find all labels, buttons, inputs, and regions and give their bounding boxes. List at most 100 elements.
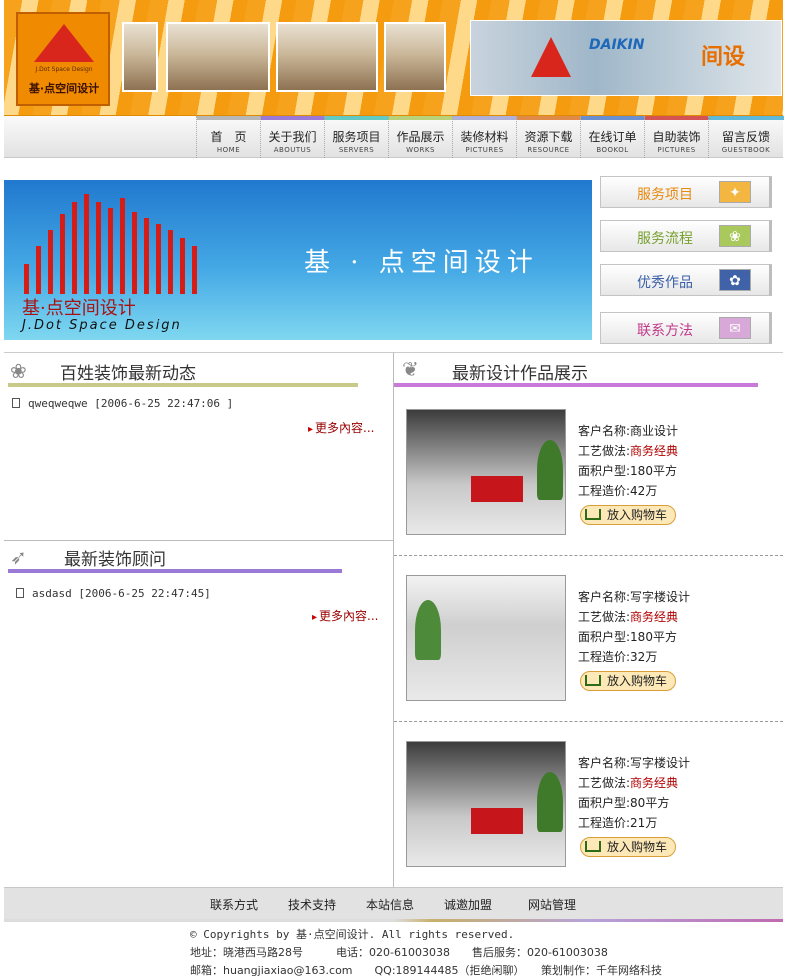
- field-value: 80平方: [630, 796, 670, 810]
- work-card: 客户名称:写字楼设计 工艺做法:商务经典 面积户型:180平方 工程造价:32万…: [404, 575, 774, 725]
- nav-bar: [389, 116, 453, 120]
- cart-icon: [585, 509, 601, 520]
- field-label: 工程造价:: [578, 816, 631, 830]
- footer-link-admin[interactable]: 网站管理: [528, 896, 576, 913]
- nav-bar: [709, 116, 784, 120]
- footer-link-siteinfo[interactable]: 本站信息: [366, 896, 414, 913]
- nav-sublabel: RESOURCE: [527, 146, 570, 154]
- work-cost: 工程造价:32万: [578, 647, 690, 667]
- works-title-underline: [394, 383, 758, 387]
- site-logo[interactable]: J.Dot Space Design 基·点空间设计: [16, 12, 110, 106]
- consult-title: 最新装饰顾问: [64, 550, 166, 570]
- photo-plant: [537, 772, 563, 832]
- add-to-cart-button[interactable]: 放入购物车: [580, 505, 676, 525]
- work-photo[interactable]: [406, 575, 566, 701]
- field-label: 面积户型:: [578, 464, 631, 478]
- footer-link-franchise[interactable]: 诚邀加盟: [444, 896, 492, 913]
- news-item[interactable]: qweqweqwe [2006-6-25 22:47:06 ]: [12, 397, 233, 410]
- header-showroom-photo: DAIKIN 间设: [470, 20, 782, 96]
- paw-icon: ❀: [10, 359, 27, 383]
- header-photo-4: [384, 22, 446, 92]
- news-item-text: qweqweqwe [2006-6-25 22:47:06 ]: [28, 397, 234, 410]
- side-button-works[interactable]: 优秀作品 ✿: [600, 264, 772, 296]
- nav-label: 留言反馈: [721, 130, 770, 144]
- nav-servers[interactable]: 服务项目 SERVERS: [324, 116, 389, 158]
- field-label: 客户名称:: [578, 424, 631, 438]
- cart-icon: [585, 841, 601, 852]
- field-label: 工艺做法:: [578, 444, 631, 458]
- work-craft: 工艺做法:商务经典: [578, 773, 690, 793]
- header-photo-1: [122, 22, 158, 92]
- work-area: 面积户型:80平方: [578, 793, 690, 813]
- arrow-icon: ▸: [308, 424, 314, 435]
- nav-label: 作品展示: [396, 130, 445, 144]
- more-label: 更多內容...: [315, 421, 375, 435]
- field-value: 商务经典: [630, 444, 679, 458]
- footer-link-contact[interactable]: 联系方式: [210, 896, 258, 913]
- work-photo[interactable]: [406, 409, 566, 535]
- consult-title-underline: [8, 569, 342, 573]
- field-value: 商务经典: [630, 776, 679, 790]
- side-button-services[interactable]: 服务项目 ✦: [600, 176, 772, 208]
- nav-works[interactable]: 作品展示 WORKS: [388, 116, 453, 158]
- nav-label: 在线订单: [588, 130, 637, 144]
- showroom-brand: DAIKIN: [589, 37, 645, 53]
- left-column: ❀ 百姓装饰最新动态 qweqweqwe [2006-6-25 22:47:06…: [4, 352, 394, 887]
- field-label: 工程造价:: [578, 650, 631, 664]
- flower-icon: ✿: [719, 269, 751, 291]
- butterfly-icon: ❦: [402, 357, 419, 381]
- side-button-contact[interactable]: 联系方法 ✉: [600, 312, 772, 344]
- add-to-cart-button[interactable]: 放入购物车: [580, 837, 676, 857]
- nav-label: 资源下载: [524, 130, 573, 144]
- field-value: 180平方: [630, 630, 677, 644]
- field-value: 商务经典: [630, 610, 679, 624]
- logo-name: 基·点空间设计: [28, 82, 100, 95]
- work-client: 客户名称:商业设计: [578, 421, 678, 441]
- consult-item[interactable]: asdasd [2006-6-25 22:47:45]: [16, 587, 211, 600]
- nav-resource[interactable]: 资源下载 RESOURCE: [516, 116, 581, 158]
- nav-aboutus[interactable]: 关于我们 ABOUTUS: [260, 116, 325, 158]
- field-label: 客户名称:: [578, 590, 631, 604]
- work-area: 面积户型:180平方: [578, 461, 678, 481]
- cart-icon: [585, 675, 601, 686]
- photo-plant: [537, 440, 563, 500]
- news-more-link[interactable]: ▸ 更多內容...: [308, 419, 374, 436]
- paw-icon: ❀: [719, 225, 751, 247]
- nav-label: 装修材料: [460, 130, 509, 144]
- photo-plant: [415, 600, 441, 660]
- nav-label: 关于我们: [268, 130, 317, 144]
- cart-label: 放入购物车: [607, 508, 668, 522]
- nav-selfdecor[interactable]: 自助装饰 PICTURES: [644, 116, 709, 158]
- work-divider: [394, 555, 783, 556]
- cart-label: 放入购物车: [607, 840, 668, 854]
- right-column: ❦ 最新设计作品展示 客户名称:商业设计 工艺做法:商务经典 面积户型:180平…: [394, 352, 783, 887]
- field-value: 42万: [630, 484, 658, 498]
- field-value: 写字楼设计: [630, 756, 691, 770]
- nav-order[interactable]: 在线订单 BOOKOL: [580, 116, 645, 158]
- nav-guestbook[interactable]: 留言反馈 GUESTBOOK: [708, 116, 784, 158]
- showroom-sign: 间设: [701, 45, 746, 70]
- nav-materials[interactable]: 装修材料 PICTURES: [452, 116, 517, 158]
- nav-home[interactable]: 首 页 HOME: [196, 116, 261, 158]
- header-banner: J.Dot Space Design 基·点空间设计 DAIKIN 间设: [4, 0, 783, 116]
- footer-stripe: [4, 919, 783, 922]
- footer-email: 邮箱：huangjiaxiao@163.com QQ:189144485（拒绝闲…: [190, 964, 663, 977]
- field-value: 商业设计: [630, 424, 679, 438]
- nav-label: 首 页: [210, 130, 247, 144]
- section-divider: [4, 540, 394, 541]
- banner-logo-en: J.Dot Space Design: [22, 318, 182, 333]
- work-photo[interactable]: [406, 741, 566, 867]
- header-photo-3: [276, 22, 378, 92]
- work-area: 面积户型:180平方: [578, 627, 690, 647]
- document-icon: [12, 398, 20, 408]
- work-card: 客户名称:商业设计 工艺做法:商务经典 面积户型:180平方 工程造价:42万 …: [404, 409, 774, 559]
- consult-more-link[interactable]: ▸ 更多內容...: [312, 607, 378, 624]
- cart-label: 放入购物车: [607, 674, 668, 688]
- work-craft: 工艺做法:商务经典: [578, 607, 690, 627]
- field-value: 180平方: [630, 464, 677, 478]
- header-photo-2: [166, 22, 270, 92]
- add-to-cart-button[interactable]: 放入购物车: [580, 671, 676, 691]
- footer-link-support[interactable]: 技术支持: [288, 896, 336, 913]
- footer-nav: 联系方式 技术支持 本站信息 诚邀加盟 网站管理: [4, 887, 783, 919]
- side-button-process[interactable]: 服务流程 ❀: [600, 220, 772, 252]
